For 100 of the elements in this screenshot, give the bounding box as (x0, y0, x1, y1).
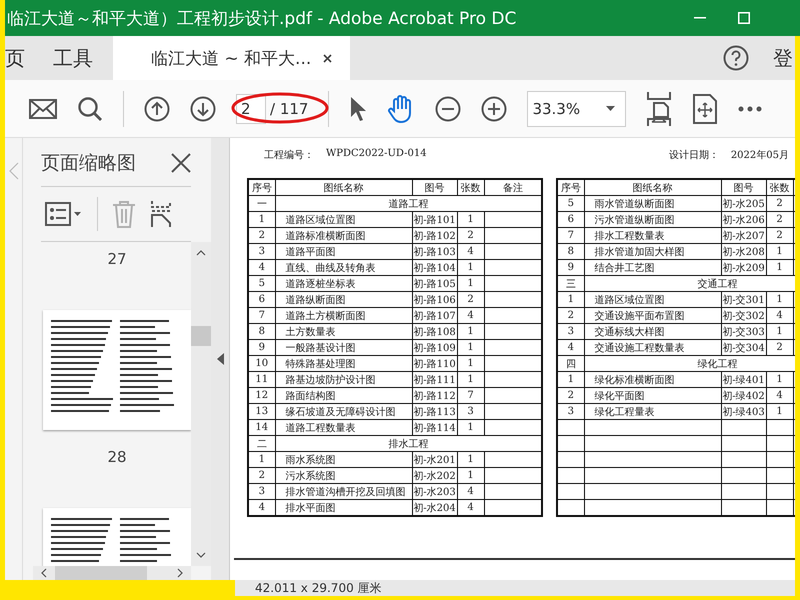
sheet-count: 1 (467, 326, 474, 337)
sheet-count: 1 (776, 294, 783, 305)
drawing-code: 初-绿403 (722, 406, 765, 418)
row-number: 5 (568, 198, 574, 209)
drawing-code: 初-水203 (413, 486, 456, 498)
row-number: 9 (258, 342, 265, 353)
drawing-name: 绿化平面图 (594, 390, 644, 402)
insert-page-icon[interactable] (150, 200, 172, 228)
sheet-count: 2 (467, 230, 474, 241)
sheet-count: 1 (776, 406, 783, 417)
page-thumbnail[interactable] (43, 310, 191, 430)
drawing-name: 路面结构图 (286, 390, 336, 402)
row-number: 6 (258, 294, 265, 305)
vertical-scrollbar[interactable] (191, 242, 211, 566)
drawing-code: 初-水202 (413, 470, 456, 482)
sheet-count: 2 (467, 294, 474, 305)
drawing-code: 初-路109 (413, 342, 456, 354)
scrollbar-thumb[interactable] (191, 326, 211, 346)
section-number: 四 (566, 358, 576, 370)
row-number: 3 (258, 486, 265, 497)
drawing-code: 初-路113 (413, 406, 456, 418)
drawing-name: 道路区域位置图 (286, 214, 356, 226)
row-number: 12 (255, 390, 268, 401)
sheet-count: 2 (776, 198, 783, 209)
drawing-code: 初-绿402 (722, 390, 765, 402)
collapse-panel-icon[interactable] (216, 353, 224, 365)
help-icon[interactable] (723, 45, 749, 71)
tab[interactable]: 工具 (53, 36, 113, 80)
mail-icon[interactable] (29, 98, 57, 118)
sheet-count: 4 (776, 390, 783, 401)
column-header: 图号 (734, 182, 754, 194)
sheet-count: 4 (467, 310, 474, 321)
column-header: 图纸名称 (632, 182, 672, 194)
drawing-name: 道路工程数量表 (286, 422, 356, 434)
sheet-count: 1 (467, 214, 474, 225)
drawing-name: 道路区域位置图 (594, 294, 664, 306)
window-title: 临江大道～和平大道）工程初步设计.pdf - Adobe Acrobat Pro DC (7, 8, 518, 30)
row-number: 2 (258, 470, 265, 481)
drawing-name: 交通设施工程数量表 (594, 342, 684, 354)
fit-page-icon[interactable] (646, 90, 672, 126)
drawing-code: 初-水209 (722, 262, 765, 274)
tab[interactable]: 页 (5, 36, 53, 80)
scroll-left-icon[interactable] (41, 568, 47, 578)
row-number: 2 (568, 390, 574, 401)
project-number-label: 工程编号： (264, 148, 314, 162)
zoom-dropdown[interactable]: 33.3% (527, 90, 626, 126)
row-number: 4 (258, 262, 265, 273)
drawing-name: 排水管道加固大样图 (594, 246, 684, 258)
sheet-count: 2 (776, 230, 783, 241)
sheet-count: 1 (776, 326, 783, 337)
drawing-code: 初-绿401 (722, 374, 765, 386)
sheet-count: 1 (467, 422, 474, 433)
caret-icon (606, 106, 616, 111)
options-menu-icon[interactable] (45, 202, 83, 226)
drawing-name: 缘石坡道及无障碍设计图 (286, 406, 396, 418)
drawing-name: 一般路基设计图 (286, 342, 356, 354)
drawing-code: 初-交301 (722, 294, 765, 306)
close-icon[interactable] (171, 153, 191, 173)
close-icon[interactable] (323, 54, 332, 62)
row-number: 8 (258, 326, 265, 337)
previous-page-icon[interactable] (144, 96, 170, 122)
sheet-count: 4 (467, 486, 474, 497)
drawing-name: 污水系统图 (286, 470, 336, 482)
row-number: 1 (568, 294, 574, 305)
minimize-icon[interactable] (694, 17, 706, 19)
drawing-name: 排水管道沟槽开挖及回填图 (286, 486, 406, 498)
row-number: 1 (258, 454, 265, 465)
drawing-name: 道路纵断面图 (286, 294, 346, 306)
search-icon[interactable] (77, 96, 103, 122)
tab[interactable]: 临江大道 ~ 和平大... (113, 36, 350, 80)
row-number: 7 (258, 310, 265, 321)
zoom-out-icon[interactable] (435, 96, 462, 122)
page-move-icon[interactable] (692, 94, 718, 124)
pointer-icon[interactable] (349, 96, 368, 122)
drawing-name: 道路标准横断面图 (286, 230, 366, 242)
section-number: 二 (256, 438, 267, 450)
scroll-up-icon[interactable] (196, 250, 206, 256)
sheet-count: 4 (467, 502, 474, 513)
sign-in-link[interactable]: 登 (773, 44, 793, 72)
row-number: 3 (568, 326, 574, 337)
row-number: 9 (568, 262, 574, 273)
drawing-code: 初-水208 (722, 246, 765, 258)
row-number: 3 (568, 406, 574, 417)
zoom-in-icon[interactable] (481, 96, 508, 122)
more-icon[interactable] (738, 106, 762, 112)
column-header: 序号 (560, 182, 581, 194)
drawing-name: 路基边坡防护设计图 (286, 374, 376, 386)
scrollbar-thumb[interactable] (55, 566, 147, 580)
scroll-down-icon[interactable] (196, 552, 206, 558)
sheet-count: 2 (776, 214, 783, 225)
row-number: 3 (258, 246, 265, 257)
row-number: 5 (258, 278, 265, 289)
horizontal-scrollbar[interactable] (33, 566, 191, 580)
next-page-icon[interactable] (190, 96, 216, 122)
sheet-count: 1 (467, 470, 474, 481)
sheet-count: 2 (776, 342, 783, 353)
drawing-name: 特殊路基处理图 (286, 358, 356, 370)
scroll-right-icon[interactable] (177, 568, 183, 578)
page-label: 27 (107, 250, 127, 268)
maximize-icon[interactable] (738, 12, 750, 24)
